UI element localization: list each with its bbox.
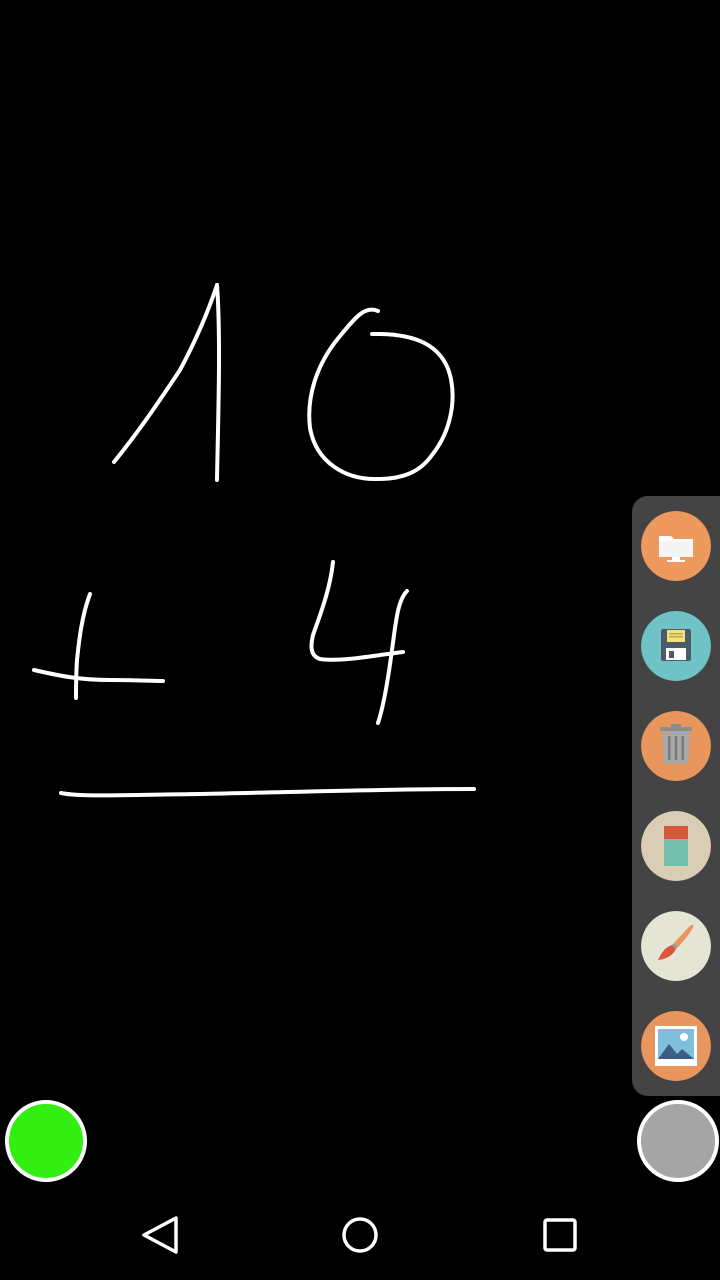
brush-icon — [641, 911, 711, 981]
home-icon — [342, 1217, 378, 1253]
stroke-sum-underline — [59, 787, 476, 798]
drawing-canvas[interactable] — [0, 0, 720, 1190]
save-button[interactable] — [641, 611, 711, 681]
handwritten-strokes — [32, 283, 476, 798]
save-floppy-icon — [641, 611, 711, 681]
back-button[interactable] — [130, 1208, 190, 1262]
back-icon — [142, 1216, 178, 1254]
home-button[interactable] — [330, 1208, 390, 1262]
recent-apps-icon — [543, 1218, 577, 1252]
image-icon — [641, 1011, 711, 1081]
delete-button[interactable] — [641, 711, 711, 781]
primary-color-button[interactable] — [5, 1100, 87, 1182]
image-button[interactable] — [641, 1011, 711, 1081]
brush-button[interactable] — [641, 911, 711, 981]
secondary-color-button[interactable] — [637, 1100, 719, 1182]
eraser-icon — [641, 811, 711, 881]
open-folder-icon — [641, 511, 711, 581]
stroke-digit-four-left — [309, 560, 405, 662]
system-navigation-bar — [0, 1190, 720, 1280]
stroke-digit-one-vertical — [215, 283, 222, 482]
stroke-plus-horizontal — [32, 668, 165, 683]
tools-panel — [632, 496, 720, 1096]
canvas-drawing-surface[interactable] — [0, 0, 720, 1190]
eraser-button[interactable] — [641, 811, 711, 881]
stroke-digit-one-diagonal — [112, 283, 219, 464]
stroke-digit-zero — [307, 307, 455, 482]
drawing-app-screen — [0, 0, 720, 1280]
trash-icon — [641, 711, 711, 781]
stroke-digit-four-right — [376, 589, 409, 725]
open-folder-button[interactable] — [641, 511, 711, 581]
recent-apps-button[interactable] — [530, 1208, 590, 1262]
stroke-plus-vertical — [74, 592, 92, 700]
